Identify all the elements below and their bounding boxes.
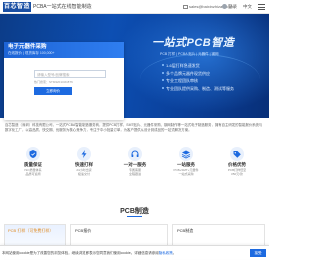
price-tag-icon bbox=[230, 147, 244, 161]
card-title: PCB报价 bbox=[75, 228, 92, 233]
card-title: PCB制造 bbox=[177, 228, 194, 233]
hero-feature-item: 专业团队提供采购、制造、测试等服务 bbox=[162, 85, 234, 93]
quote-card-title: 电子元器件采购 bbox=[8, 44, 47, 50]
page: 百芯智造 PCBA一站式在线智能制造 sales@baixinzhizao.co… bbox=[0, 0, 269, 260]
quote-card-subtitle: 在线报价 | 现货库存 100,000+ bbox=[8, 51, 55, 55]
layers-icon bbox=[179, 147, 193, 161]
bullet-icon bbox=[162, 64, 164, 66]
component-quote-card: 电子元器件采购 在线报价 | 现货库存 100,000+ 请输入型号/品牌搜索 … bbox=[4, 42, 124, 120]
hero-feature-text: 专业团队提供采购、制造、测试等服务 bbox=[166, 85, 234, 91]
company-intro: 百芯智造（深圳）科技有限公司，一站式PCBA智能制造服务商，提供PCB打样、SM… bbox=[5, 123, 263, 132]
hero-feature-item: 专业工程团队审核 bbox=[162, 77, 234, 85]
feature-desc: 一站式采购 bbox=[178, 172, 194, 177]
feature-desc: 全程跟进 bbox=[128, 172, 141, 177]
headset-icon bbox=[128, 147, 142, 161]
feature-desc: 品质可追溯 bbox=[25, 172, 41, 177]
hot-search-hint[interactable]: 热门搜索：STM32F103C8T6 bbox=[34, 80, 73, 84]
cookie-text-body: 本网站使用cookie是为了改善您的浏览体验，继续浏览即表示您同意我们使用coo… bbox=[2, 251, 159, 255]
cookie-consent-bar: 本网站使用cookie是为了改善您的浏览体验，继续浏览即表示您同意我们使用coo… bbox=[0, 245, 269, 260]
shield-icon bbox=[26, 147, 40, 161]
cookie-text-end: 。 bbox=[172, 251, 177, 255]
part-search-input[interactable]: 请输入型号/品牌搜索 bbox=[34, 70, 106, 78]
section-title-pcb: PCB制造 bbox=[120, 208, 149, 215]
bullet-icon bbox=[162, 71, 164, 74]
site-logo[interactable]: 百芯智造 bbox=[3, 2, 31, 12]
hero-feature-text: 1-6层打样急速发货 bbox=[166, 63, 200, 68]
section-title-underline bbox=[127, 216, 142, 217]
hero-feature-text: 专业工程团队审核 bbox=[166, 78, 198, 83]
card-title: PCB 打样（可免费打样） bbox=[8, 228, 54, 233]
top-header: 百芯智造 PCBA一站式在线智能制造 sales@baixinzhizao.co… bbox=[0, 0, 269, 14]
hero-feature-item: 1-6层打样急速发货 bbox=[162, 62, 234, 70]
bullet-icon bbox=[162, 79, 164, 81]
feature-quality[interactable]: 质量保证 ISO质量体系 品质可追溯 bbox=[8, 147, 58, 195]
login-link[interactable]: 登录 bbox=[228, 3, 237, 11]
hero-tags: PCB 打样 | PCBA 贴片 | 元器件 | 钢网 bbox=[160, 52, 219, 56]
lightning-icon bbox=[77, 147, 91, 161]
quote-card-header: 电子元器件采购 在线报价 | 现货库存 100,000+ bbox=[4, 42, 124, 58]
feature-highlights: 质量保证 ISO质量体系 品质可追溯 快速打样 24小时出货 极速交付 一对一服… bbox=[0, 147, 269, 195]
hamburger-menu-icon[interactable] bbox=[258, 4, 265, 10]
mail-icon bbox=[183, 4, 188, 9]
language-selector[interactable]: 中文 bbox=[243, 3, 252, 11]
feature-fast-prototype[interactable]: 快速打样 24小时出货 极速交付 bbox=[59, 147, 109, 195]
user-icon[interactable] bbox=[222, 4, 227, 9]
accept-cookies-button[interactable]: 接受 bbox=[250, 249, 266, 257]
feature-one-on-one[interactable]: 一对一服务 专属客服 全程跟进 bbox=[110, 147, 160, 195]
brand-subtitle: PCBA一站式在线智能制造 bbox=[33, 4, 92, 10]
feature-desc: ¥50元/款 bbox=[231, 172, 243, 177]
feature-one-stop[interactable]: 一站服务 PCB+SMT+元器件 一站式采购 bbox=[161, 147, 211, 195]
feature-price[interactable]: 价格优势 PCB打样低至 ¥50元/款 bbox=[212, 147, 262, 195]
feature-desc: 极速交付 bbox=[77, 172, 90, 177]
cookie-text: 本网站使用cookie是为了改善您的浏览体验，继续浏览即表示您同意我们使用coo… bbox=[2, 250, 176, 256]
get-quote-button[interactable]: 立即询价 bbox=[34, 87, 72, 95]
bullet-icon bbox=[162, 86, 164, 89]
hero-feature-text: 多个品牌元器件现货供应 bbox=[166, 70, 210, 76]
hero-title: 一站式PCB智造 bbox=[152, 37, 235, 49]
hero-feature-item: 多个品牌元器件现货供应 bbox=[162, 70, 234, 78]
privacy-policy-link[interactable]: 隐私政策 bbox=[159, 251, 173, 255]
hero-feature-list: 1-6层打样急速发货 多个品牌元器件现货供应 专业工程团队审核 专业团队提供采购… bbox=[162, 62, 234, 92]
